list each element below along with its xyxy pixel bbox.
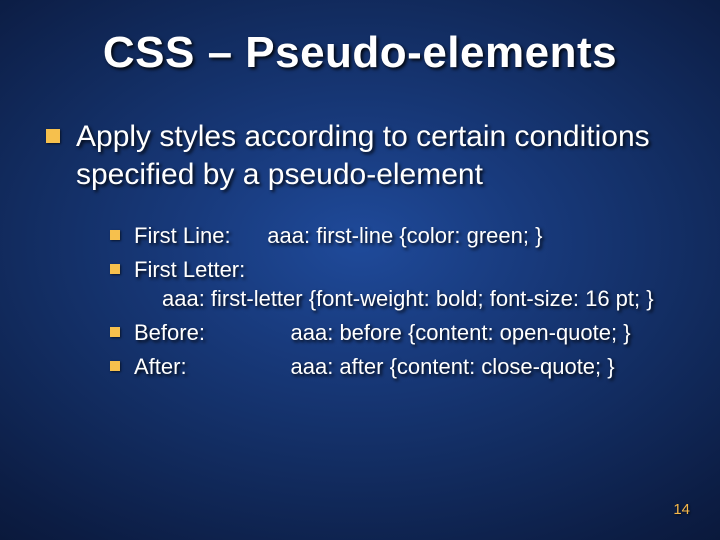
slide: CSS – Pseudo-elements Apply styles accor… bbox=[0, 0, 720, 540]
bullet-level2: First Line: aaa: first-line {color: gree… bbox=[110, 221, 680, 251]
square-bullet-icon bbox=[110, 230, 120, 240]
bullet-level2: Before: aaa: before {content: open-quote… bbox=[110, 318, 680, 348]
bullet-level2-text: Before: aaa: before {content: open-quote… bbox=[134, 318, 631, 348]
bullet-level2-text: First Letter:aaa: first-letter {font-wei… bbox=[134, 255, 654, 314]
bullet-level2-text: After: aaa: after {content: close-quote;… bbox=[134, 352, 615, 382]
bullet-level2: After: aaa: after {content: close-quote;… bbox=[110, 352, 680, 382]
bullet-level1: Apply styles according to certain condit… bbox=[46, 118, 680, 193]
bullet-level1-text: Apply styles according to certain condit… bbox=[76, 118, 680, 193]
slide-title: CSS – Pseudo-elements bbox=[0, 28, 720, 78]
bullet-level2: First Letter:aaa: first-letter {font-wei… bbox=[110, 255, 680, 314]
square-bullet-icon bbox=[110, 264, 120, 274]
page-number: 14 bbox=[673, 501, 690, 518]
slide-body: Apply styles according to certain condit… bbox=[46, 118, 680, 385]
square-bullet-icon bbox=[110, 361, 120, 371]
square-bullet-icon bbox=[110, 327, 120, 337]
bullet-level2-text: First Line: aaa: first-line {color: gree… bbox=[134, 221, 542, 251]
bullet-level2-group: First Line: aaa: first-line {color: gree… bbox=[110, 221, 680, 381]
square-bullet-icon bbox=[46, 129, 60, 143]
